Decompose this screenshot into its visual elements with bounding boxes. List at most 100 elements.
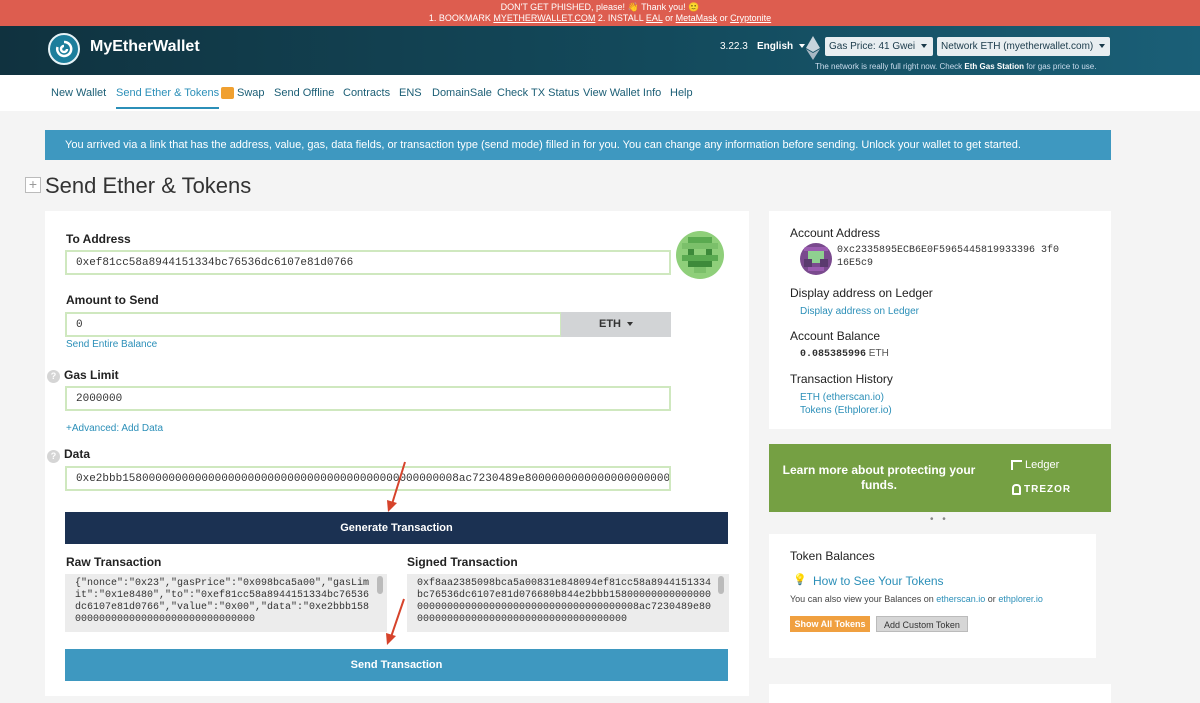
cryptonite-link[interactable]: Cryptonite [730, 13, 771, 23]
chevron-down-icon [1099, 44, 1106, 49]
help-icon[interactable]: ? [47, 450, 60, 463]
add-custom-token-button[interactable]: Add Custom Token [876, 616, 968, 632]
gas-price-label: Gas Price: 41 Gwei [829, 41, 916, 52]
tab-swap[interactable]: Swap [221, 87, 265, 100]
bookmark-text: 1. BOOKMARK [428, 13, 494, 23]
history-ethplorer-link[interactable]: Tokens (Ethplorer.io) [800, 405, 892, 416]
phishing-text: DON'T GET PHISHED, please! [500, 2, 628, 12]
eal-link[interactable]: EAL [646, 13, 663, 23]
to-address-input[interactable]: 0xef81cc58a8944151334bc76536dc6107e81d07… [65, 250, 671, 275]
currency-label: ETH [599, 318, 621, 330]
currency-select[interactable]: ETH [561, 312, 671, 337]
balance-unit: ETH [868, 348, 889, 359]
gas-limit-label: Gas Limit [64, 368, 119, 382]
promo-text: Learn more about protecting your funds. [782, 463, 976, 492]
page-title: Send Ether & Tokens [45, 173, 252, 198]
signed-tx-scrollbar[interactable] [718, 576, 724, 594]
trezor-logo[interactable]: TREZOR [1012, 484, 1071, 495]
chevron-down-icon [627, 322, 633, 327]
raw-transaction-label: Raw Transaction [66, 555, 162, 569]
myetherwallet-logo-icon[interactable] [48, 33, 80, 65]
account-address-label: Account Address [790, 226, 881, 240]
ledger-logo[interactable]: Ledger [1011, 459, 1059, 471]
send-transaction-button[interactable]: Send Transaction [65, 649, 728, 681]
or-text: or [985, 594, 999, 604]
account-balance-label: Account Balance [790, 329, 881, 343]
etherscan-link[interactable]: etherscan.io [936, 594, 985, 604]
tab-ens[interactable]: ENS [399, 87, 422, 99]
eth-gas-station-link[interactable]: Eth Gas Station [964, 62, 1024, 71]
tab-domainsale[interactable]: DomainSale [432, 87, 492, 99]
signed-transaction-label: Signed Transaction [407, 555, 518, 569]
amount-input[interactable]: 0 [65, 312, 562, 337]
account-address-value: 0xc2335895ECB6E0F5965445819933396 3f016E… [837, 245, 1060, 269]
network-dropdown[interactable]: Network ETH (myetherwallet.com) [937, 37, 1110, 56]
token-balances-title: Token Balances [790, 549, 875, 563]
ledger-label: Ledger [1025, 459, 1060, 471]
data-label: Data [64, 447, 91, 461]
transaction-history-label: Transaction History [790, 372, 893, 386]
network-label: Network ETH (myetherwallet.com) [941, 41, 1094, 52]
tab-check-tx-status[interactable]: Check TX Status [497, 87, 579, 99]
recipient-identicon [676, 231, 724, 279]
gas-limit-input[interactable]: 2000000 [65, 386, 671, 411]
how-to-see-tokens-link[interactable]: How to See Your Tokens [813, 574, 944, 588]
tab-view-wallet-info[interactable]: View Wallet Info [583, 87, 661, 99]
help-icon[interactable]: ? [47, 370, 60, 383]
next-panel [769, 684, 1111, 703]
hardware-wallet-promo[interactable]: Learn more about protecting your funds. … [769, 444, 1111, 512]
brand-name[interactable]: MyEtherWallet [90, 38, 200, 56]
trezor-label: TREZOR [1024, 484, 1072, 496]
swap-icon [221, 87, 234, 100]
tab-send-ether-tokens[interactable]: Send Ether & Tokens [116, 87, 220, 109]
ethplorer-link[interactable]: ethplorer.io [998, 594, 1043, 604]
version-label: 3.22.3 [720, 41, 748, 52]
show-all-tokens-button[interactable]: Show All Tokens [790, 616, 870, 632]
bulb-icon: 💡 [793, 574, 807, 586]
language-label: English [757, 41, 794, 52]
tab-new-wallet[interactable]: New Wallet [51, 87, 106, 99]
note-text: for gas price to use. [1023, 62, 1097, 71]
generate-transaction-button[interactable]: Generate Transaction [65, 512, 728, 544]
data-input[interactable]: 0xe2bbb158000000000000000000000000000000… [65, 466, 671, 491]
balance-amount: 0.085385996 [800, 349, 867, 360]
amount-label: Amount to Send [66, 293, 159, 307]
bookmark-link[interactable]: MYETHERWALLET.COM [493, 13, 595, 23]
raw-transaction-textarea[interactable]: {"nonce":"0x23","gasPrice":"0x098bca5a00… [65, 574, 387, 632]
account-balance-row: 0.085385996 ETH [800, 348, 889, 360]
prefilled-link-notice: You arrived via a link that has the addr… [45, 130, 1111, 160]
phishing-line-1: DON'T GET PHISHED, please! 👋 Thank you! … [0, 2, 1200, 13]
view-balances-prefix: You can also view your Balances on [790, 594, 937, 604]
phishing-thanks: Thank you! [638, 2, 689, 12]
raw-tx-scrollbar[interactable] [377, 576, 383, 594]
annotation-arrow-icon [386, 598, 405, 645]
carousel-dots[interactable]: • • [930, 514, 949, 525]
account-identicon [800, 243, 832, 275]
signed-transaction-textarea[interactable]: 0xf8aa2385098bca5a00831e848094ef81cc58a8… [407, 574, 729, 632]
expand-icon[interactable]: + [25, 177, 41, 193]
display-ledger-link[interactable]: Display address on Ledger [800, 306, 919, 317]
view-balances-text: You can also view your Balances on ether… [790, 594, 1043, 604]
or-text: or [717, 13, 731, 23]
annotation-arrow-icon [387, 461, 406, 512]
language-dropdown[interactable]: English [757, 41, 806, 52]
phishing-line-2: 1. BOOKMARK MYETHERWALLET.COM 2. INSTALL… [0, 13, 1200, 24]
smile-icon: 🙂 [688, 2, 700, 12]
app-header: MyEtherWallet 3.22.3 English Gas Price: … [0, 26, 1200, 75]
advanced-add-data-link[interactable]: +Advanced: Add Data [66, 423, 163, 434]
tab-send-offline[interactable]: Send Offline [274, 87, 334, 99]
wave-icon: 👋 [627, 2, 639, 12]
metamask-link[interactable]: MetaMask [676, 13, 718, 23]
tab-contracts[interactable]: Contracts [343, 87, 390, 99]
gas-price-dropdown[interactable]: Gas Price: 41 Gwei [825, 37, 933, 56]
install-text: 2. INSTALL [595, 13, 646, 23]
tab-help[interactable]: Help [670, 87, 693, 99]
history-etherscan-link[interactable]: ETH (etherscan.io) [800, 392, 884, 403]
ethereum-icon [806, 36, 820, 60]
display-ledger-heading: Display address on Ledger [790, 286, 933, 300]
network-congestion-note: The network is really full right now. Ch… [815, 62, 1096, 71]
phishing-warning-bar: DON'T GET PHISHED, please! 👋 Thank you! … [0, 0, 1200, 26]
send-entire-balance-link[interactable]: Send Entire Balance [66, 339, 157, 350]
lock-icon [1012, 484, 1021, 495]
tab-swap-label: Swap [237, 87, 265, 99]
